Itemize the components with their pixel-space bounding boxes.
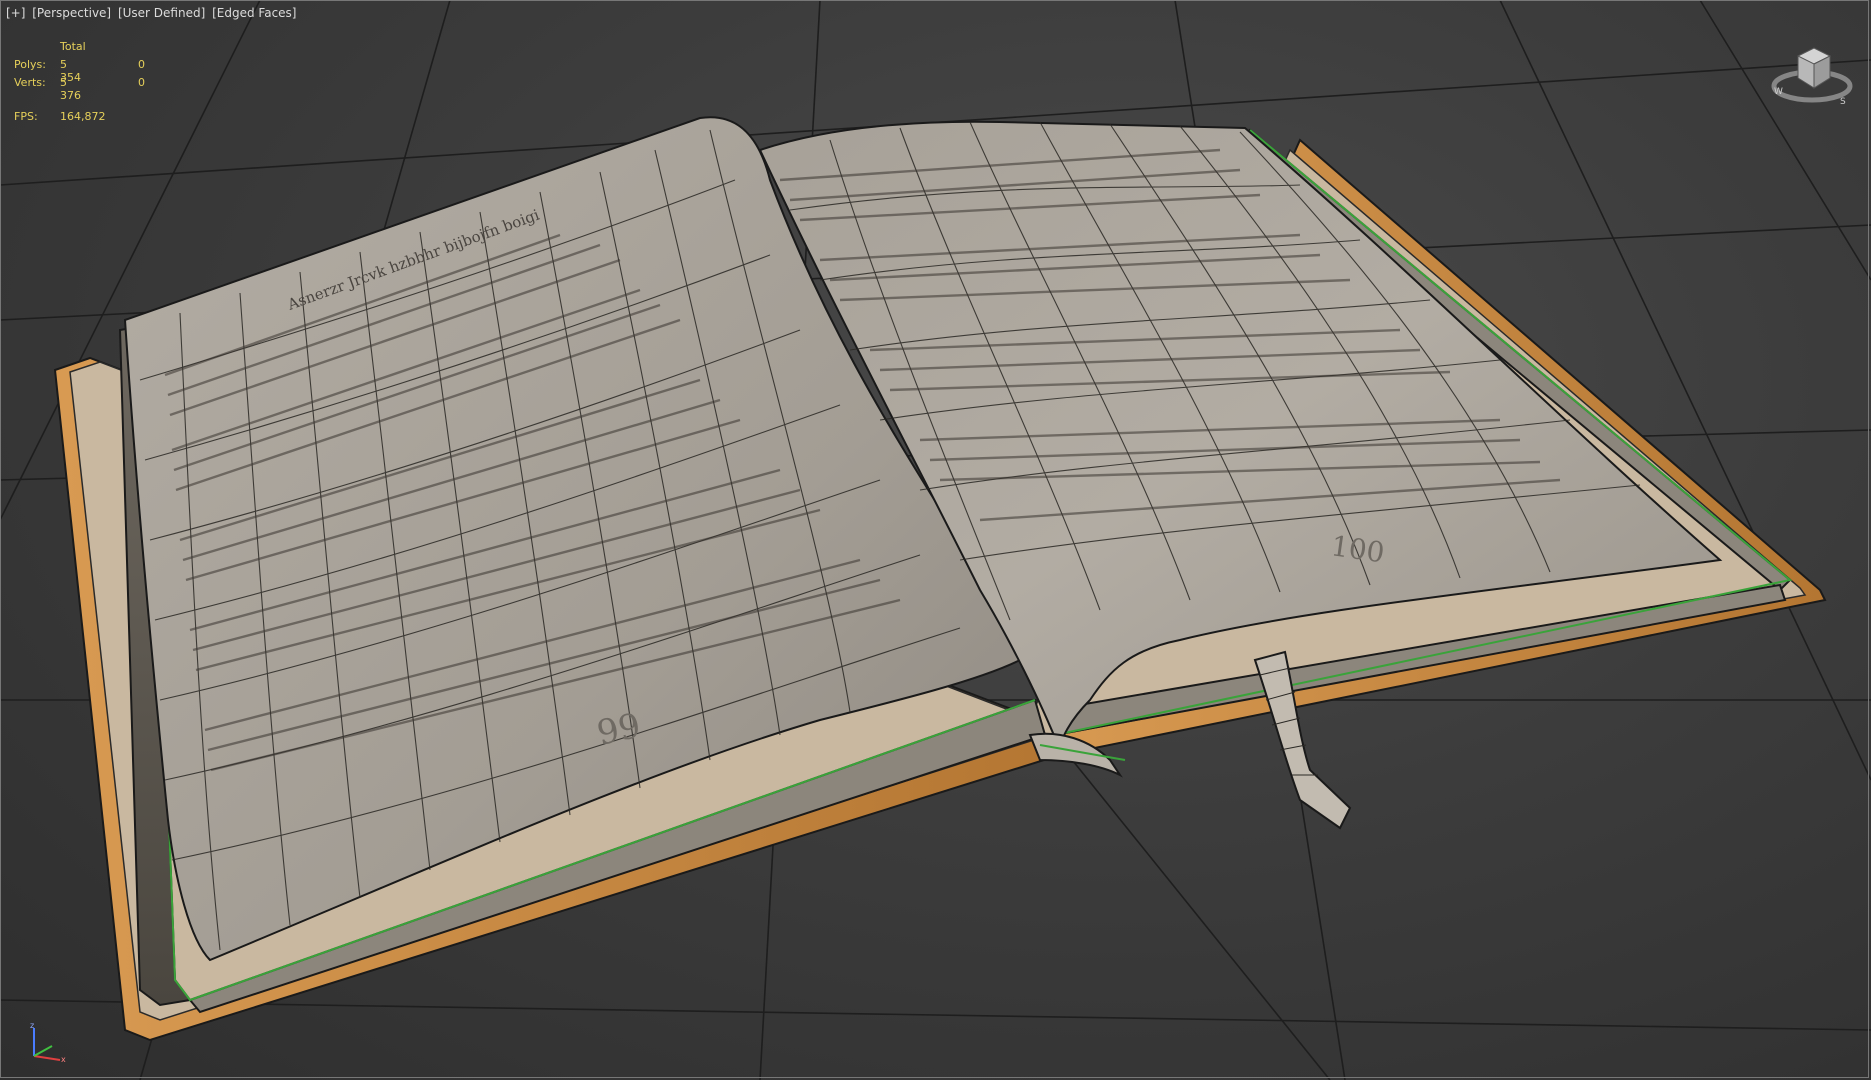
svg-text:z: z (30, 1021, 34, 1030)
viewport-perspective[interactable]: 99 100 Asnerzr Jrcvk hzbbhr bijbojfn boi… (0, 0, 1871, 1080)
stats-polys-selected: 0 (138, 58, 145, 71)
scene-canvas[interactable]: 99 100 Asnerzr Jrcvk hzbbhr bijbojfn boi… (0, 0, 1871, 1080)
svg-text:S: S (1840, 97, 1846, 107)
viewcube-icon[interactable]: W S (1770, 36, 1854, 112)
stats-verts-value: 5 376 (60, 76, 81, 102)
svg-text:W: W (1774, 87, 1783, 97)
svg-text:x: x (61, 1055, 66, 1064)
stats-polys-label: Polys: (14, 58, 46, 71)
viewport-menu-edged-faces[interactable]: [Edged Faces] (212, 6, 296, 20)
axis-tripod-icon: z x (30, 1021, 66, 1064)
viewport-menu-user-defined[interactable]: [User Defined] (118, 6, 205, 20)
stats-fps-label: FPS: (14, 110, 38, 123)
stats-verts-label: Verts: (14, 76, 46, 89)
viewport-label-menu[interactable]: [+] [Perspective] [User Defined] [Edged … (6, 6, 300, 20)
viewport-menu-perspective[interactable]: [Perspective] (32, 6, 111, 20)
stats-verts-selected: 0 (138, 76, 145, 89)
viewport-menu-plus[interactable]: [+] (6, 6, 25, 20)
stats-header-total: Total (60, 40, 86, 53)
stats-fps-value: 164,872 (60, 110, 106, 123)
